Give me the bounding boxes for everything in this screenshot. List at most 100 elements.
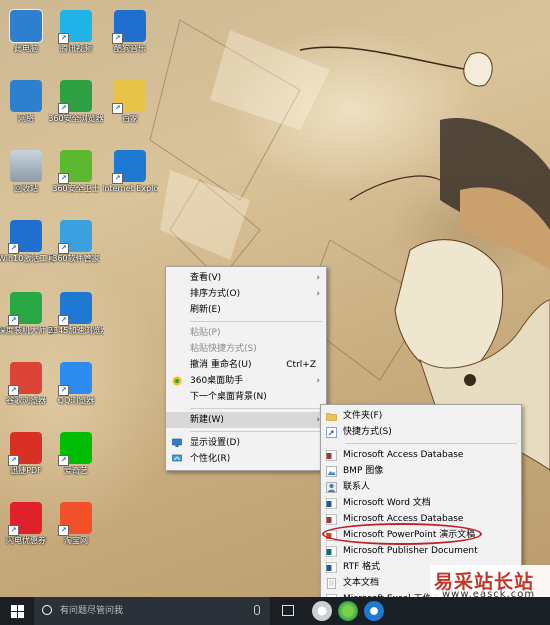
- windows-icon: ↗: [8, 220, 42, 254]
- 360-safe-taskbar-icon[interactable]: [312, 601, 332, 621]
- desktop-icon[interactable]: ↗ 谷歌浏览器: [0, 362, 54, 406]
- menu-item-paste-shortcut: 粘贴快捷方式(S): [166, 341, 326, 357]
- desktop-icon[interactable]: ↗ 酷狗音乐: [102, 10, 158, 54]
- microphone-icon[interactable]: [254, 605, 260, 615]
- desktop-icon-label: 爱奇艺: [64, 466, 88, 475]
- desktop-icon[interactable]: 回收站: [0, 150, 54, 194]
- submenu-item-label: 快捷方式(S): [343, 427, 392, 437]
- taobao-icon: ↗: [58, 502, 92, 536]
- menu-item-label: 粘贴(P): [190, 328, 221, 338]
- desktop-icon[interactable]: ↗ 爱奇艺: [48, 432, 104, 476]
- desktop-icon[interactable]: ↗ 迅捷PDF: [0, 432, 54, 476]
- desktop-icon[interactable]: ↗Win10激活工具(慎装...: [0, 220, 54, 264]
- access-icon: [326, 514, 337, 525]
- desktop-icon[interactable]: ↗ 360安全卫士: [48, 150, 104, 194]
- shortcut-arrow-icon: ↗: [58, 455, 69, 466]
- desktop-icon[interactable]: ↗ QQ浏览器: [48, 362, 104, 406]
- menu-item-undo-rename[interactable]: 撤消 重命名(U) Ctrl+Z: [166, 357, 326, 373]
- desktop-icon-label: 深度装机大师 56: [0, 326, 54, 335]
- new-bmp-image-item[interactable]: BMP 图像: [321, 463, 521, 479]
- search-placeholder: 有问题尽管问我: [60, 606, 124, 616]
- desktop-icon-label: 腾讯视频: [60, 44, 92, 53]
- menu-item-sort-by[interactable]: 排序方式(O) ›: [166, 286, 326, 302]
- submenu-item-label: 联系人: [343, 482, 371, 492]
- chevron-right-icon: ›: [316, 289, 320, 299]
- shortcut-arrow-icon: ↗: [58, 315, 69, 326]
- 360-browser-taskbar-icon[interactable]: [338, 601, 358, 621]
- desktop-icon[interactable]: ↗ 淘宝网: [48, 502, 104, 546]
- desktop-icon[interactable]: ↗ 百家: [102, 80, 158, 124]
- menu-item-display-settings[interactable]: 显示设置(D): [166, 435, 326, 451]
- menu-separator: [190, 408, 322, 409]
- new-access-database-item[interactable]: Microsoft Access Database: [321, 447, 521, 463]
- desktop-icon[interactable]: ↗ 闪电优惠券: [0, 502, 54, 546]
- menu-item-next-background[interactable]: 下一个桌面背景(N): [166, 389, 326, 405]
- ie-taskbar-icon[interactable]: [364, 601, 384, 621]
- personalize-icon: [172, 454, 182, 464]
- menu-item-label: 360桌面助手: [190, 376, 244, 386]
- recycle-bin-icon: [10, 150, 42, 182]
- desktop-icon-label: 2345加速浏览器: [48, 326, 104, 335]
- menu-item-new[interactable]: 新建(W) ›: [166, 412, 326, 428]
- ie-icon: ↗: [112, 150, 146, 184]
- chevron-right-icon: ›: [316, 273, 320, 283]
- new-folder-item[interactable]: 文件夹(F): [321, 408, 521, 424]
- iqiyi-icon: ↗: [58, 432, 92, 466]
- desktop-icon[interactable]: ↗深度装机大师 56: [0, 292, 54, 336]
- desktop-icon-label: Internet Explorer: [102, 184, 158, 193]
- shortcut-icon: [326, 427, 337, 438]
- shortcut-arrow-icon: ↗: [58, 103, 69, 114]
- menu-item-label: 显示设置(D): [190, 438, 240, 448]
- new-publisher-document-item[interactable]: Microsoft Publisher Document: [321, 543, 521, 559]
- coupon-icon: ↗: [8, 502, 42, 536]
- menu-item-paste: 粘贴(P): [166, 325, 326, 341]
- network-icon: [10, 80, 42, 112]
- shortcut-arrow-icon: ↗: [112, 173, 123, 184]
- kugou-music-icon: ↗: [112, 10, 146, 44]
- new-word-document-item[interactable]: Microsoft Word 文档: [321, 495, 521, 511]
- desktop-icon[interactable]: ↗ 腾讯视频: [48, 10, 104, 54]
- menu-item-refresh[interactable]: 刷新(E): [166, 302, 326, 318]
- chrome-icon: ↗: [8, 362, 42, 396]
- folder-icon: [326, 411, 337, 422]
- access-icon: [326, 450, 337, 461]
- menu-item-360-desktop-assistant[interactable]: 360桌面助手 ›: [166, 373, 326, 389]
- desktop-icon-label: 酷狗音乐: [114, 44, 146, 53]
- qq-browser-icon: ↗: [58, 362, 92, 396]
- rtf-icon: [326, 562, 337, 573]
- 360-soft-icon: ↗: [58, 220, 92, 254]
- menu-item-personalize[interactable]: 个性化(R): [166, 451, 326, 467]
- desktop-icon[interactable]: 网络: [0, 80, 54, 124]
- submenu-item-label: Microsoft Publisher Document: [343, 546, 478, 556]
- cortana-search-box[interactable]: 有问题尽管问我: [34, 597, 270, 625]
- 2345-browser-icon: ↗: [58, 292, 92, 326]
- powerpoint-highlight-annotation: [322, 523, 482, 545]
- desktop-icon[interactable]: ↗Internet Explorer: [102, 150, 158, 194]
- desktop-icon[interactable]: ↗ 2345加速浏览器: [48, 292, 104, 336]
- start-button[interactable]: [0, 597, 34, 625]
- cortana-icon: [42, 605, 52, 615]
- desktop-icon[interactable]: ↗ 360软件管家: [48, 220, 104, 264]
- shortcut-arrow-icon: ↗: [8, 455, 19, 466]
- desktop-icon[interactable]: 此电脑: [0, 9, 54, 54]
- publisher-icon: [326, 546, 337, 557]
- shortcut-arrow-icon: ↗: [58, 385, 69, 396]
- task-view-button[interactable]: [282, 605, 294, 616]
- menu-item-label: 新建(W): [190, 415, 224, 425]
- desktop-icon-label: 谷歌浏览器: [6, 396, 46, 405]
- desktop-context-menu: 查看(V) › 排序方式(O) › 刷新(E) 粘贴(P) 粘贴快捷方式(S) …: [165, 266, 327, 471]
- desktop-icon-label: 回收站: [14, 184, 38, 193]
- this-pc-icon: [9, 9, 43, 43]
- new-shortcut-item[interactable]: 快捷方式(S): [321, 424, 521, 440]
- desktop-icon-label: 此电脑: [14, 44, 38, 53]
- menu-separator: [190, 431, 322, 432]
- chevron-right-icon: ›: [316, 376, 320, 386]
- new-contact-item[interactable]: 联系人: [321, 479, 521, 495]
- submenu-item-label: Microsoft Word 文档: [343, 498, 431, 508]
- menu-item-view[interactable]: 查看(V) ›: [166, 270, 326, 286]
- desktop-icon-label: 网络: [18, 114, 34, 123]
- menu-separator: [345, 443, 517, 444]
- menu-item-label: 粘贴快捷方式(S): [190, 344, 257, 354]
- bmp-image-icon: [326, 466, 337, 477]
- desktop-icon[interactable]: ↗ 360安全浏览器: [48, 80, 104, 124]
